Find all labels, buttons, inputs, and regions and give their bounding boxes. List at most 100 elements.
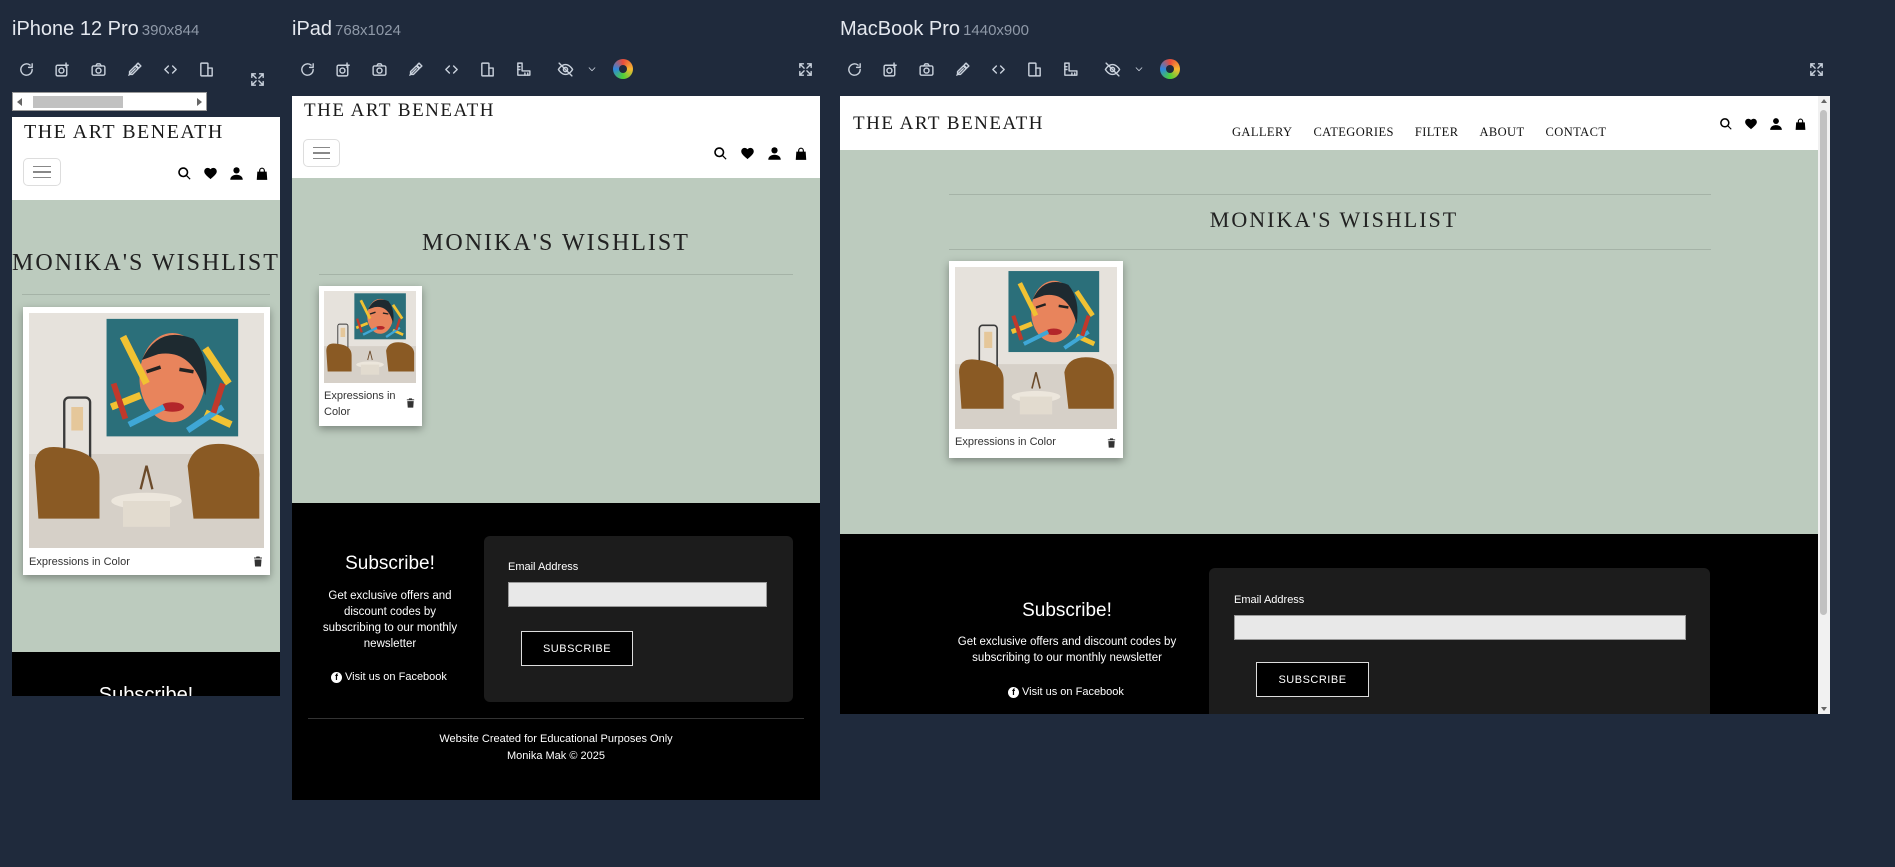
wishlist-card[interactable]: Expressions in Color xyxy=(23,307,270,575)
site-footer: Subscribe! Get exclusive offers and disc… xyxy=(840,534,1818,714)
scroll-thumb[interactable] xyxy=(1820,110,1827,615)
artwork-title[interactable]: Expressions in Color xyxy=(955,436,1056,448)
email-field[interactable] xyxy=(508,582,767,607)
site-footer: Subscribe! Get exclusive offers and disc… xyxy=(292,503,820,800)
footer-divider xyxy=(308,718,804,719)
camera-icon[interactable] xyxy=(80,53,116,85)
screenshot-icon[interactable] xyxy=(872,53,908,85)
header-icons xyxy=(1719,117,1807,131)
scroll-right-arrow-icon[interactable] xyxy=(197,98,202,106)
refresh-icon[interactable] xyxy=(836,53,872,85)
footer-copyright: Monika Mak © 2025 xyxy=(507,750,605,762)
rotate-icon[interactable] xyxy=(188,53,224,85)
refresh-icon[interactable] xyxy=(289,53,325,85)
email-field[interactable] xyxy=(1234,615,1686,640)
site-logo[interactable]: THE ART BENEATH xyxy=(853,113,1044,135)
screenshot-icon[interactable] xyxy=(44,53,80,85)
rotate-icon[interactable] xyxy=(1016,53,1052,85)
heart-icon[interactable] xyxy=(203,166,218,181)
refresh-icon[interactable] xyxy=(8,53,44,85)
macbook-vertical-scrollbar[interactable] xyxy=(1818,96,1830,714)
facebook-link[interactable]: f Visit us on Facebook xyxy=(1008,686,1124,698)
search-icon[interactable] xyxy=(1719,117,1733,131)
scroll-left-arrow-icon[interactable] xyxy=(17,98,22,106)
bag-icon[interactable] xyxy=(255,167,269,181)
ruler-icon[interactable] xyxy=(1052,53,1088,85)
camera-icon[interactable] xyxy=(908,53,944,85)
hamburger-menu-button[interactable] xyxy=(23,158,61,186)
fullscreen-icon[interactable] xyxy=(246,68,268,90)
subscribe-heading: Subscribe! xyxy=(98,684,194,696)
camera-icon[interactable] xyxy=(361,53,397,85)
eyedropper-icon[interactable] xyxy=(397,53,433,85)
footer-credit-line: Website Created for Educational Purposes… xyxy=(439,733,673,745)
artwork-image[interactable] xyxy=(955,267,1117,429)
subscribe-button[interactable]: SUBSCRIBE xyxy=(521,631,633,666)
wishlist-title: MONIKA'S WISHLIST xyxy=(422,230,690,256)
site-header: THE ART BENEATH xyxy=(12,117,280,200)
artwork-title[interactable]: Expressions in Color xyxy=(29,556,130,568)
ipad-toolbar xyxy=(289,53,641,85)
code-icon[interactable] xyxy=(433,53,469,85)
heart-icon[interactable] xyxy=(1744,117,1758,131)
chevron-down-icon[interactable] xyxy=(583,53,601,85)
eye-slash-icon[interactable] xyxy=(547,53,583,85)
color-blind-icon[interactable] xyxy=(605,53,641,85)
heart-icon[interactable] xyxy=(740,146,755,161)
subscribe-button[interactable]: SUBSCRIBE xyxy=(1256,662,1369,697)
trash-icon[interactable] xyxy=(1106,436,1117,454)
artwork-image[interactable] xyxy=(29,313,264,548)
divider xyxy=(319,274,793,275)
eyedropper-icon[interactable] xyxy=(116,53,152,85)
code-icon[interactable] xyxy=(152,53,188,85)
divider xyxy=(22,294,270,295)
ipad-viewport: THE ART BENEATH MONIKA'S WISHLIST Expres… xyxy=(292,96,820,800)
facebook-link[interactable]: f Visit us on Facebook xyxy=(331,671,447,683)
wishlist-card[interactable]: Expressions in Color xyxy=(949,261,1123,458)
bag-icon[interactable] xyxy=(1794,118,1807,131)
iphone-horizontal-scrollbar[interactable] xyxy=(12,92,207,111)
fullscreen-icon[interactable] xyxy=(794,58,816,80)
search-icon[interactable] xyxy=(177,166,192,181)
nav-about[interactable]: ABOUT xyxy=(1479,125,1524,140)
header-icons xyxy=(713,146,808,161)
fullscreen-icon[interactable] xyxy=(1805,58,1827,80)
nav-contact[interactable]: CONTACT xyxy=(1546,125,1607,140)
subscribe-form: Email Address SUBSCRIBE xyxy=(484,536,793,702)
subscribe-heading: Subscribe! xyxy=(345,553,435,574)
bag-icon[interactable] xyxy=(794,147,808,161)
screenshot-icon[interactable] xyxy=(325,53,361,85)
user-icon[interactable] xyxy=(1769,117,1783,131)
trash-icon[interactable] xyxy=(252,555,264,573)
hamburger-menu-button[interactable] xyxy=(303,139,340,167)
user-icon[interactable] xyxy=(229,166,244,181)
nav-filter[interactable]: FILTER xyxy=(1415,125,1459,140)
site-logo[interactable]: THE ART BENEATH xyxy=(24,121,224,144)
divider xyxy=(949,249,1711,250)
artwork-title[interactable]: Expressions in Color xyxy=(324,388,398,420)
site-header: THE ART BENEATH GALLERY CATEGORIES FILTE… xyxy=(840,96,1818,150)
wishlist-card[interactable]: Expressions in Color xyxy=(319,286,422,426)
trash-icon[interactable] xyxy=(405,396,416,414)
chevron-down-icon[interactable] xyxy=(1130,53,1148,85)
scroll-up-arrow-icon[interactable] xyxy=(1821,99,1827,103)
artwork-image[interactable] xyxy=(324,291,416,383)
header-icons xyxy=(177,166,269,181)
scroll-down-arrow-icon[interactable] xyxy=(1821,707,1827,711)
eye-slash-icon[interactable] xyxy=(1094,53,1130,85)
site-logo[interactable]: THE ART BENEATH xyxy=(304,100,495,122)
code-icon[interactable] xyxy=(980,53,1016,85)
scroll-thumb[interactable] xyxy=(33,96,123,108)
site-iphone: THE ART BENEATH MONIKA'S WISHLIST Expres… xyxy=(12,117,280,696)
user-icon[interactable] xyxy=(767,146,782,161)
nav-categories[interactable]: CATEGORIES xyxy=(1313,125,1393,140)
facebook-icon: f xyxy=(331,671,342,683)
subscribe-heading: Subscribe! xyxy=(1022,600,1112,621)
color-blind-icon[interactable] xyxy=(1152,53,1188,85)
nav-gallery[interactable]: GALLERY xyxy=(1232,125,1292,140)
eyedropper-icon[interactable] xyxy=(944,53,980,85)
search-icon[interactable] xyxy=(713,146,728,161)
rotate-icon[interactable] xyxy=(469,53,505,85)
ruler-icon[interactable] xyxy=(505,53,541,85)
wishlist-section: MONIKA'S WISHLIST Expressions in Color xyxy=(12,200,280,652)
